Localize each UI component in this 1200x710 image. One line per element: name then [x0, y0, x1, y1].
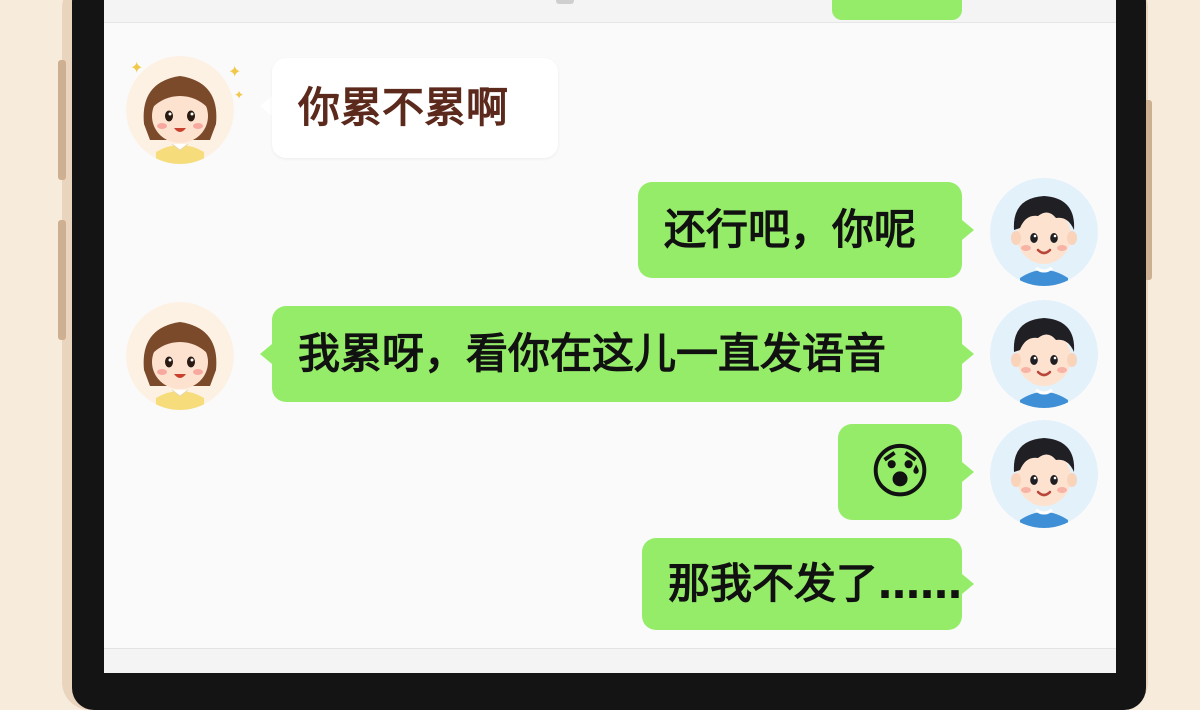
previous-message-bubble[interactable] [832, 0, 962, 20]
volume-button [58, 60, 66, 180]
header-title-remnant [556, 0, 574, 4]
girl-avatar[interactable] [126, 302, 234, 410]
bubble-tail [962, 574, 974, 594]
outgoing-message-bubble[interactable]: 那我不发了…… [642, 538, 962, 630]
chat-screen: ✦ ✦ ✦ 你累不累啊 还行吧，你呢 我累呀，看你在这儿一直发语音 😰 那我不发… [104, 0, 1116, 673]
sparkle-icon: ✦ [130, 58, 144, 77]
incoming-message-bubble[interactable]: 你累不累啊 [272, 58, 558, 158]
sparkle-icon: ✦ [228, 62, 242, 81]
boy-avatar[interactable] [990, 420, 1098, 528]
volume-button [58, 220, 66, 340]
chat-header-edge [104, 0, 1116, 23]
message-text: 那我不发了…… [668, 559, 963, 608]
bubble-tail [260, 344, 272, 364]
bubble-tail [962, 344, 974, 364]
bubble-tail [962, 462, 974, 482]
message-text: 我累呀，看你在这儿一直发语音 [298, 329, 887, 378]
message-text: 还行吧，你呢 [664, 205, 917, 254]
anxious-face-icon: 😰 [868, 437, 932, 507]
message-text: 你累不累啊 [298, 83, 509, 132]
boy-avatar[interactable] [990, 300, 1098, 408]
sparkle-icon: ✦ [234, 88, 245, 102]
incoming-message-bubble[interactable]: 我累呀，看你在这儿一直发语音 [272, 306, 962, 402]
bubble-tail [962, 220, 974, 240]
boy-avatar[interactable] [990, 178, 1098, 286]
input-area-edge [104, 648, 1116, 673]
outgoing-message-bubble[interactable]: 还行吧，你呢 [638, 182, 962, 278]
outgoing-emoji-bubble[interactable]: 😰 [838, 424, 962, 520]
bubble-tail [260, 96, 272, 116]
